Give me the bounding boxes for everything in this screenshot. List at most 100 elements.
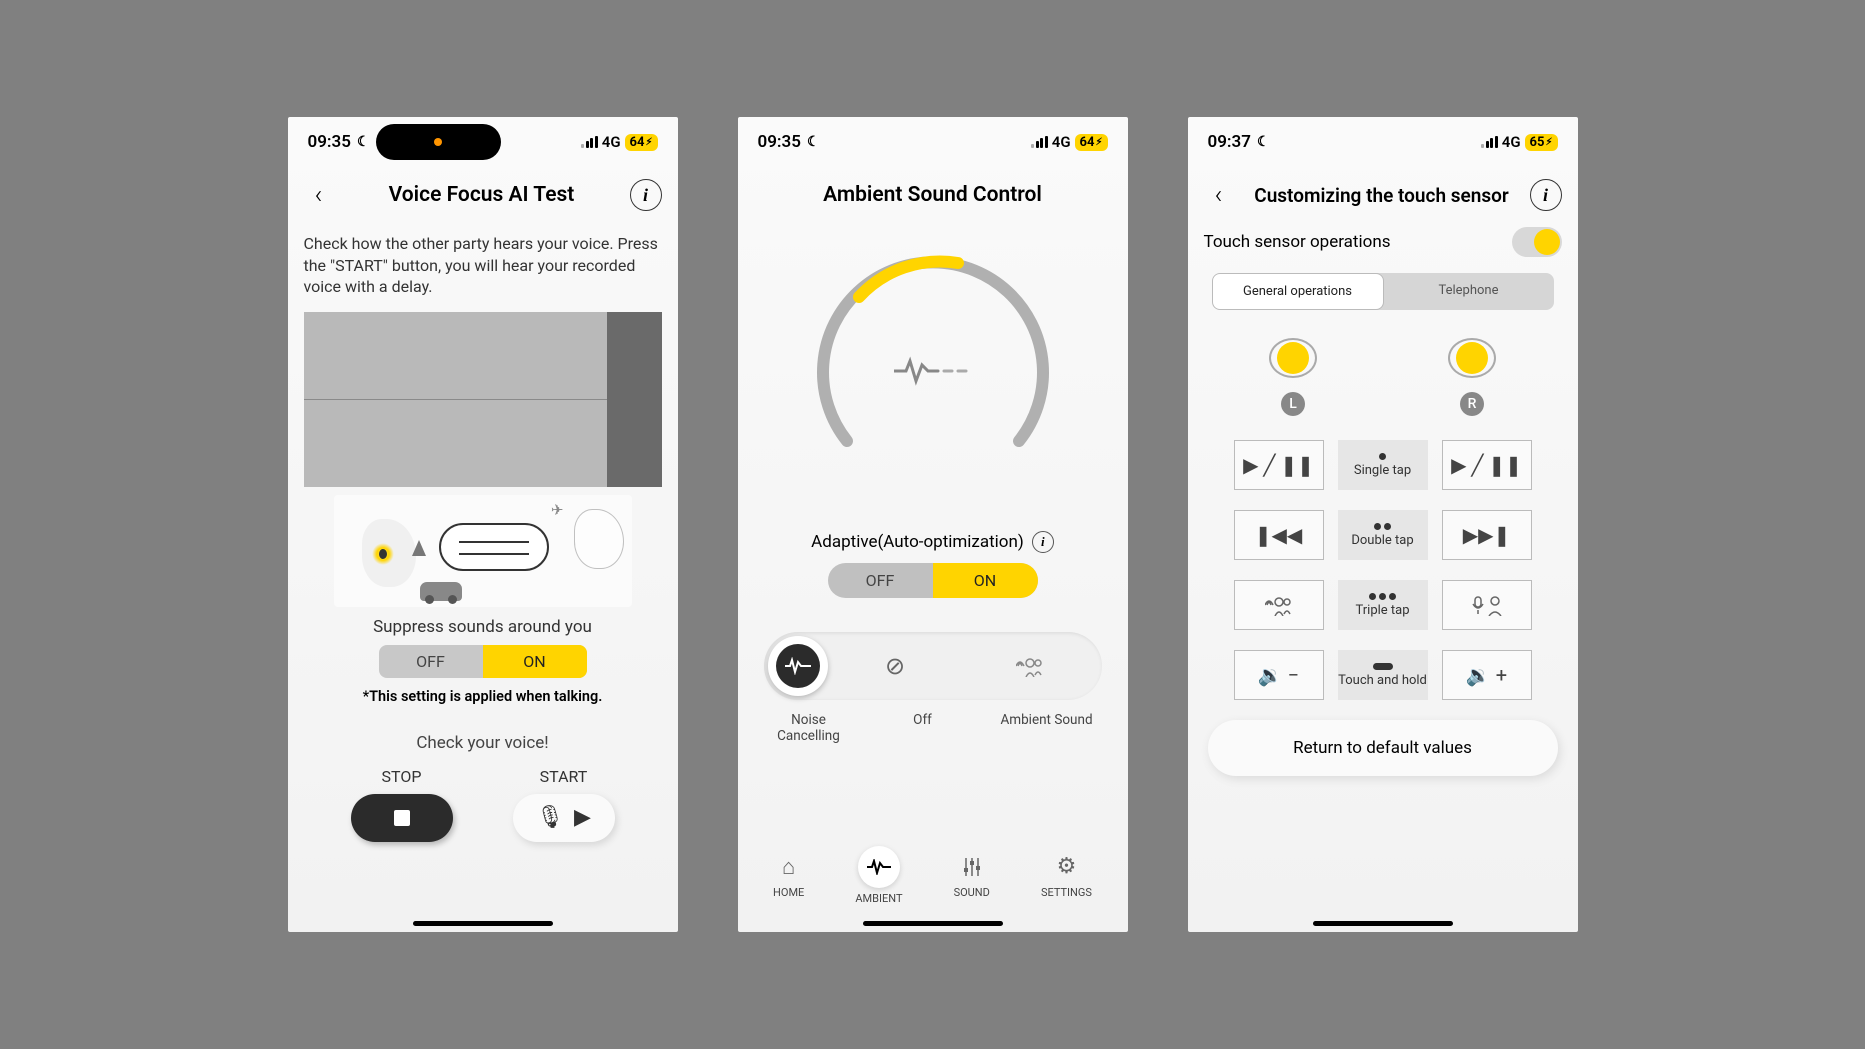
mode-selector[interactable]: ⊘ xyxy=(764,632,1102,700)
stop-button[interactable] xyxy=(351,794,453,842)
signal-icon xyxy=(581,136,598,148)
mode-ambient-sound[interactable] xyxy=(963,636,1098,696)
suppress-toggle[interactable]: OFF ON xyxy=(379,645,587,678)
adaptive-toggle[interactable]: OFF ON xyxy=(828,563,1038,598)
double-tap-label: Double tap xyxy=(1338,510,1428,560)
triple-tap-label: Triple tap xyxy=(1338,580,1428,630)
dynamic-island xyxy=(376,124,501,160)
suppress-label: Suppress sounds around you xyxy=(304,617,662,637)
status-time: 09:37 xyxy=(1208,132,1251,152)
prev-track-icon: ❚◀◀ xyxy=(1255,523,1303,547)
info-button[interactable]: i xyxy=(630,179,662,211)
dnd-moon-icon: ☾ xyxy=(357,134,370,150)
hold-label: Touch and hold xyxy=(1338,650,1428,700)
back-button[interactable]: ‹ xyxy=(304,180,334,210)
mode-label-nc: Noise Cancelling xyxy=(764,712,854,744)
screen-voice-focus: 09:35 ☾ 4G 64⚡︎ ‹ Voice Focus AI Test i … xyxy=(288,117,678,932)
screen-touch-sensor: 09:37 ☾ 4G 65⚡︎ ‹ Customizing the touch … xyxy=(1188,117,1578,932)
right-hold[interactable]: 🔉 + xyxy=(1442,650,1532,700)
earbud-right-label: R xyxy=(1460,392,1484,416)
battery-badge: 64⚡︎ xyxy=(625,134,658,151)
left-double-tap[interactable]: ❚◀◀ xyxy=(1234,510,1324,560)
info-button[interactable]: i xyxy=(1530,179,1562,211)
bottom-nav: ⌂ HOME AMBIENT SOUND ⚙ SETTINGS xyxy=(738,831,1128,913)
stop-label: STOP xyxy=(382,767,422,786)
voice-illustration: ✈ xyxy=(334,495,632,607)
sliders-icon xyxy=(957,852,987,882)
play-pause-icon: ▶ ╱ ❚❚ xyxy=(1451,453,1522,477)
network-label: 4G xyxy=(602,133,621,151)
touch-sensor-label: Touch sensor operations xyxy=(1204,232,1391,252)
earbud-right-icon xyxy=(1445,334,1499,382)
return-defaults-button[interactable]: Return to default values xyxy=(1208,720,1558,776)
nav-settings[interactable]: ⚙ SETTINGS xyxy=(1041,852,1092,899)
ambient-icon xyxy=(1016,655,1044,677)
battery-badge: 65⚡︎ xyxy=(1525,134,1558,151)
nav-header: ‹ Voice Focus AI Test i xyxy=(288,167,678,223)
status-bar: 09:35 ☾ 4G 64⚡︎ xyxy=(288,117,678,167)
note-text: *This setting is applied when talking. xyxy=(304,688,662,705)
signal-icon xyxy=(1031,136,1048,148)
info-icon[interactable]: i xyxy=(1032,531,1054,553)
check-voice-label: Check your voice! xyxy=(304,733,662,753)
network-label: 4G xyxy=(1052,133,1071,151)
right-double-tap[interactable]: ▶▶❚ xyxy=(1442,510,1532,560)
network-label: 4G xyxy=(1502,133,1521,151)
nav-home[interactable]: ⌂ HOME xyxy=(773,852,804,899)
page-title: Ambient Sound Control xyxy=(784,183,1082,207)
next-track-icon: ▶▶❚ xyxy=(1463,523,1511,547)
earbud-left-icon xyxy=(1266,334,1320,382)
ambient-dial[interactable] xyxy=(803,241,1063,501)
gear-icon: ⚙ xyxy=(1051,852,1081,882)
earbud-right: R xyxy=(1445,334,1499,416)
earbud-left-label: L xyxy=(1281,392,1305,416)
adaptive-off[interactable]: OFF xyxy=(828,563,933,598)
tab-general[interactable]: General operations xyxy=(1212,273,1384,310)
touch-sensor-toggle[interactable] xyxy=(1512,227,1562,257)
mode-noise-cancelling[interactable] xyxy=(768,636,828,696)
suppress-on[interactable]: ON xyxy=(483,645,587,678)
status-bar: 09:37 ☾ 4G 65⚡︎ xyxy=(1188,117,1578,167)
nav-ambient[interactable]: AMBIENT xyxy=(855,846,902,905)
battery-badge: 64⚡︎ xyxy=(1075,134,1108,151)
mic-icon: 🎙 xyxy=(536,805,564,830)
signal-icon xyxy=(1481,136,1498,148)
mode-label-off: Off xyxy=(854,712,992,744)
status-time: 09:35 xyxy=(308,132,351,152)
ambient-icon xyxy=(1265,594,1293,616)
status-time: 09:35 xyxy=(758,132,801,152)
home-indicator[interactable] xyxy=(863,921,1003,926)
adaptive-on[interactable]: ON xyxy=(933,563,1038,598)
single-tap-label: Single tap xyxy=(1338,440,1428,490)
intro-text: Check how the other party hears your voi… xyxy=(304,233,662,298)
nav-sound[interactable]: SOUND xyxy=(954,852,990,899)
earbud-left: L xyxy=(1266,334,1320,416)
start-button[interactable]: 🎙 ▶ xyxy=(513,794,615,842)
waveform-display xyxy=(304,312,662,487)
mode-off[interactable]: ⊘ xyxy=(828,636,963,696)
mic-person-icon xyxy=(1471,594,1503,616)
mode-label-amb: Ambient Sound xyxy=(992,712,1102,744)
nav-header: ‹ Customizing the touch sensor i xyxy=(1188,167,1578,223)
volume-up-icon: 🔉 + xyxy=(1466,663,1507,687)
left-triple-tap[interactable] xyxy=(1234,580,1324,630)
left-hold[interactable]: 🔉 − xyxy=(1234,650,1324,700)
right-triple-tap[interactable] xyxy=(1442,580,1532,630)
nav-header: Ambient Sound Control xyxy=(738,167,1128,223)
tab-telephone[interactable]: Telephone xyxy=(1384,273,1554,310)
home-indicator[interactable] xyxy=(413,921,553,926)
left-single-tap[interactable]: ▶ ╱ ❚❚ xyxy=(1234,440,1324,490)
off-circle-icon: ⊘ xyxy=(885,652,905,680)
screen-ambient-control: 09:35 ☾ 4G 64⚡︎ Ambient Sound Control xyxy=(738,117,1128,932)
back-button[interactable]: ‹ xyxy=(1204,180,1234,210)
volume-down-icon: 🔉 − xyxy=(1258,663,1299,687)
status-bar: 09:35 ☾ 4G 64⚡︎ xyxy=(738,117,1128,167)
home-icon: ⌂ xyxy=(774,852,804,882)
stop-icon xyxy=(394,810,410,826)
play-icon: ▶ xyxy=(574,805,591,830)
home-indicator[interactable] xyxy=(1313,921,1453,926)
suppress-off[interactable]: OFF xyxy=(379,645,483,678)
pulse-icon xyxy=(785,657,811,675)
right-single-tap[interactable]: ▶ ╱ ❚❚ xyxy=(1442,440,1532,490)
pulse-icon xyxy=(894,355,972,387)
